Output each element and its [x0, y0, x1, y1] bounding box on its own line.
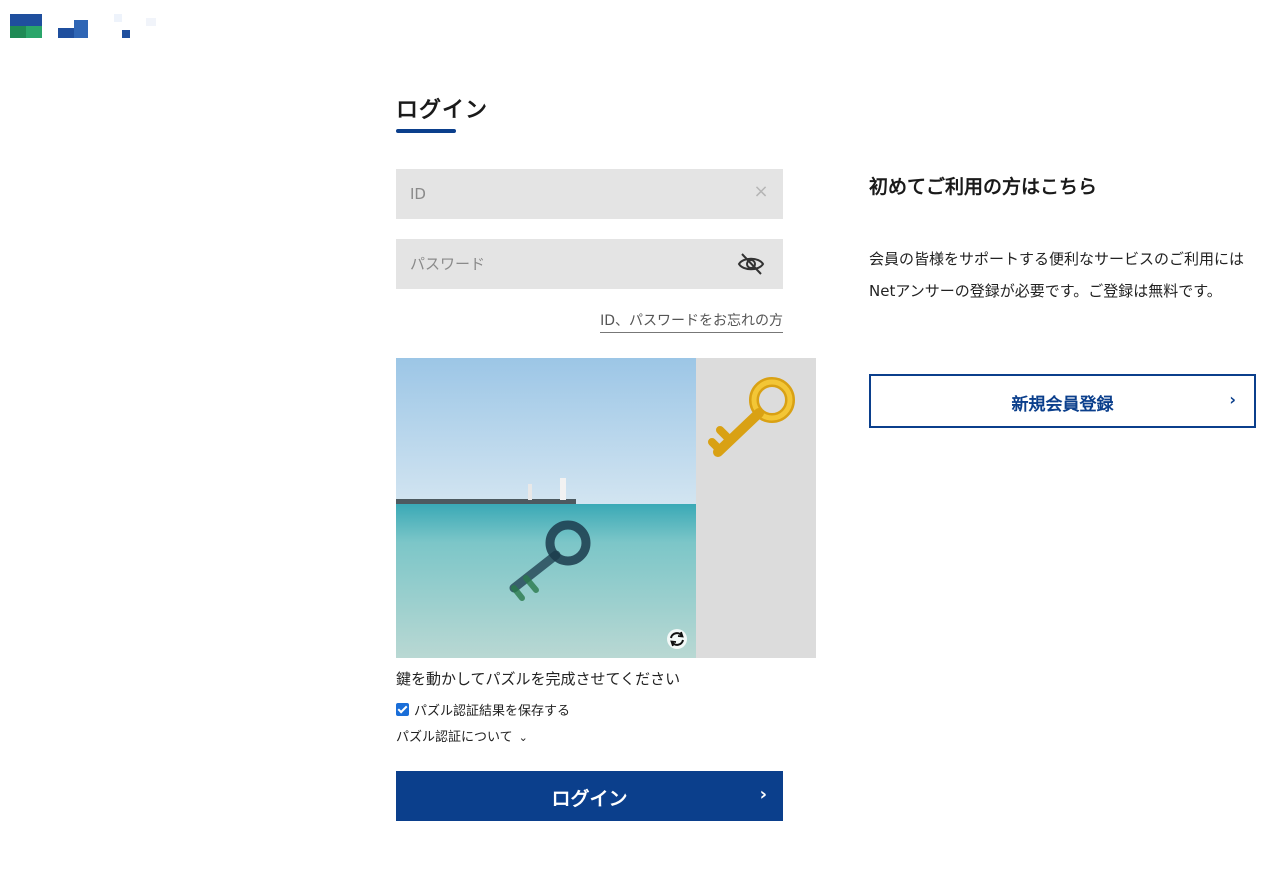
id-field[interactable]: × — [396, 169, 783, 219]
first-time-title: 初めてご利用の方はこちら — [869, 176, 1098, 198]
save-result-label[interactable]: パズル認証結果を保存する — [414, 700, 570, 719]
chevron-right-icon: › — [1229, 390, 1236, 409]
eye-off-icon[interactable] — [737, 251, 765, 277]
refresh-icon[interactable] — [666, 628, 688, 650]
puzzle-about-toggle[interactable]: パズル認証について ⌄ — [396, 726, 528, 745]
puzzle-captcha — [396, 358, 816, 658]
key-piece-icon[interactable] — [696, 358, 816, 478]
page-title: ログイン — [396, 98, 489, 123]
register-button[interactable]: 新規会員登録 › — [869, 374, 1256, 428]
chevron-right-icon: › — [759, 784, 767, 805]
first-time-description: 会員の皆様をサポートする便利なサービスのご利用にはNetアンサーの登録が必要です… — [869, 250, 1245, 300]
id-input[interactable] — [396, 169, 716, 219]
save-result-row[interactable]: パズル認証結果を保存する — [396, 700, 570, 719]
chevron-down-icon: ⌄ — [518, 731, 528, 744]
puzzle-about-label[interactable]: パズル認証について — [396, 730, 513, 745]
save-result-checkbox[interactable] — [396, 703, 409, 716]
forgot-credentials-link[interactable]: ID、パスワードをお忘れの方 — [600, 310, 783, 333]
login-button[interactable]: ログイン › — [396, 771, 783, 821]
password-input[interactable] — [396, 239, 716, 289]
site-logo[interactable] — [10, 14, 160, 42]
puzzle-instruction: 鍵を動かしてパズルを完成させてください — [396, 670, 681, 688]
puzzle-photo — [396, 358, 696, 658]
title-underline — [396, 129, 456, 133]
close-icon[interactable]: × — [753, 183, 769, 201]
register-button-label: 新規会員登録 — [1011, 395, 1114, 415]
puzzle-tray — [696, 358, 816, 658]
login-button-label: ログイン — [551, 788, 628, 810]
password-field[interactable] — [396, 239, 783, 289]
